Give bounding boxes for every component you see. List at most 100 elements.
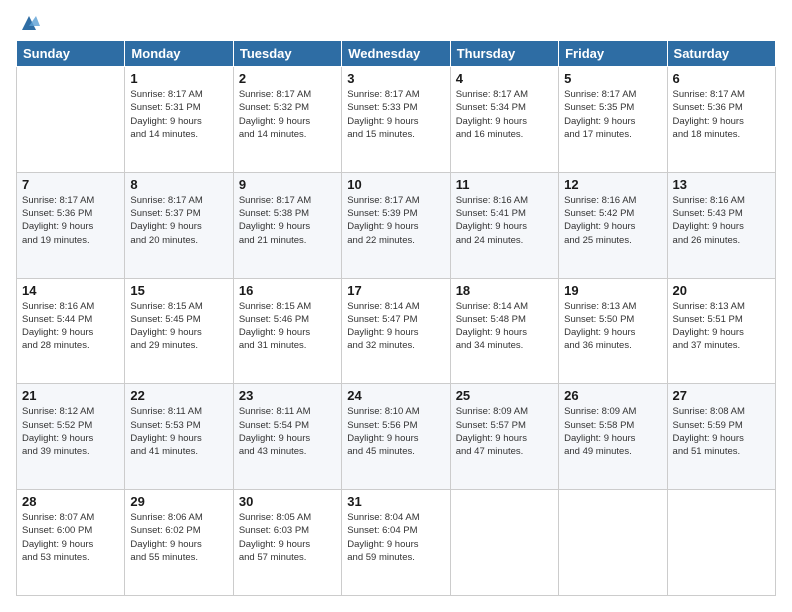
day-number: 5 — [564, 71, 661, 86]
day-info: Sunrise: 8:17 AM Sunset: 5:34 PM Dayligh… — [456, 88, 553, 141]
weekday-header-tuesday: Tuesday — [233, 41, 341, 67]
day-cell: 23 Sunrise: 8:11 AM Sunset: 5:54 PM Dayli… — [233, 384, 341, 490]
day-info: Sunrise: 8:09 AM Sunset: 5:57 PM Dayligh… — [456, 405, 553, 458]
day-info: Sunrise: 8:11 AM Sunset: 5:54 PM Dayligh… — [239, 405, 336, 458]
day-cell: 14Sunrise: 8:16 AM Sunset: 5:44 PM Dayli… — [17, 278, 125, 384]
day-number: 25 — [456, 388, 553, 403]
day-number: 30 — [239, 494, 336, 509]
day-cell: 20 Sunrise: 8:13 AM Sunset: 5:51 PM Dayli… — [667, 278, 775, 384]
day-info: Sunrise: 8:13 AM Sunset: 5:50 PM Dayligh… — [564, 300, 661, 353]
day-info: Sunrise: 8:11 AM Sunset: 5:53 PM Dayligh… — [130, 405, 227, 458]
day-info: Sunrise: 8:07 AM Sunset: 6:00 PM Dayligh… — [22, 511, 119, 564]
day-info: Sunrise: 8:05 AM Sunset: 6:03 PM Dayligh… — [239, 511, 336, 564]
day-number: 15 — [130, 283, 227, 298]
day-cell: 10 Sunrise: 8:17 AM Sunset: 5:39 PM Dayli… — [342, 172, 450, 278]
day-cell: 12 Sunrise: 8:16 AM Sunset: 5:42 PM Dayli… — [559, 172, 667, 278]
day-info: Sunrise: 8:12 AM Sunset: 5:52 PM Dayligh… — [22, 405, 119, 458]
day-cell: 13 Sunrise: 8:16 AM Sunset: 5:43 PM Dayli… — [667, 172, 775, 278]
day-cell: 17 Sunrise: 8:14 AM Sunset: 5:47 PM Dayli… — [342, 278, 450, 384]
day-number: 29 — [130, 494, 227, 509]
day-number: 17 — [347, 283, 444, 298]
day-number: 28 — [22, 494, 119, 509]
day-cell: 27 Sunrise: 8:08 AM Sunset: 5:59 PM Dayli… — [667, 384, 775, 490]
day-number: 20 — [673, 283, 770, 298]
day-info: Sunrise: 8:16 AM Sunset: 5:43 PM Dayligh… — [673, 194, 770, 247]
day-number: 31 — [347, 494, 444, 509]
weekday-header-saturday: Saturday — [667, 41, 775, 67]
day-cell: 31 Sunrise: 8:04 AM Sunset: 6:04 PM Dayli… — [342, 490, 450, 596]
day-number: 12 — [564, 177, 661, 192]
day-cell: 7 Sunrise: 8:17 AM Sunset: 5:36 PM Daylig… — [17, 172, 125, 278]
day-number: 6 — [673, 71, 770, 86]
day-number: 27 — [673, 388, 770, 403]
day-number: 8 — [130, 177, 227, 192]
day-info: Sunrise: 8:14 AM Sunset: 5:48 PM Dayligh… — [456, 300, 553, 353]
day-cell: 26Sunrise: 8:09 AM Sunset: 5:58 PM Dayli… — [559, 384, 667, 490]
day-cell: 30 Sunrise: 8:05 AM Sunset: 6:03 PM Dayli… — [233, 490, 341, 596]
day-number: 3 — [347, 71, 444, 86]
day-info: Sunrise: 8:17 AM Sunset: 5:38 PM Dayligh… — [239, 194, 336, 247]
day-info: Sunrise: 8:17 AM Sunset: 5:36 PM Dayligh… — [22, 194, 119, 247]
day-cell: 1 Sunrise: 8:17 AM Sunset: 5:31 PM Daylig… — [125, 67, 233, 173]
calendar-table: SundayMondayTuesdayWednesdayThursdayFrid… — [16, 40, 776, 596]
day-info: Sunrise: 8:17 AM Sunset: 5:32 PM Dayligh… — [239, 88, 336, 141]
day-number: 24 — [347, 388, 444, 403]
day-number: 13 — [673, 177, 770, 192]
day-cell: 2Sunrise: 8:17 AM Sunset: 5:32 PM Daylig… — [233, 67, 341, 173]
day-cell: 28 Sunrise: 8:07 AM Sunset: 6:00 PM Dayli… — [17, 490, 125, 596]
day-cell: 22 Sunrise: 8:11 AM Sunset: 5:53 PM Dayli… — [125, 384, 233, 490]
day-info: Sunrise: 8:04 AM Sunset: 6:04 PM Dayligh… — [347, 511, 444, 564]
day-number: 7 — [22, 177, 119, 192]
day-number: 18 — [456, 283, 553, 298]
weekday-header-sunday: Sunday — [17, 41, 125, 67]
weekday-header-friday: Friday — [559, 41, 667, 67]
logo-icon — [18, 12, 40, 34]
day-cell — [450, 490, 558, 596]
day-number: 11 — [456, 177, 553, 192]
day-info: Sunrise: 8:17 AM Sunset: 5:39 PM Dayligh… — [347, 194, 444, 247]
day-info: Sunrise: 8:16 AM Sunset: 5:44 PM Dayligh… — [22, 300, 119, 353]
day-info: Sunrise: 8:13 AM Sunset: 5:51 PM Dayligh… — [673, 300, 770, 353]
day-cell: 29Sunrise: 8:06 AM Sunset: 6:02 PM Dayli… — [125, 490, 233, 596]
day-cell: 15 Sunrise: 8:15 AM Sunset: 5:45 PM Dayli… — [125, 278, 233, 384]
day-cell: 25 Sunrise: 8:09 AM Sunset: 5:57 PM Dayli… — [450, 384, 558, 490]
week-row-4: 21 Sunrise: 8:12 AM Sunset: 5:52 PM Dayli… — [17, 384, 776, 490]
day-info: Sunrise: 8:16 AM Sunset: 5:42 PM Dayligh… — [564, 194, 661, 247]
day-info: Sunrise: 8:17 AM Sunset: 5:35 PM Dayligh… — [564, 88, 661, 141]
day-cell — [559, 490, 667, 596]
day-cell: 4 Sunrise: 8:17 AM Sunset: 5:34 PM Daylig… — [450, 67, 558, 173]
day-info: Sunrise: 8:08 AM Sunset: 5:59 PM Dayligh… — [673, 405, 770, 458]
day-number: 19 — [564, 283, 661, 298]
week-row-5: 28 Sunrise: 8:07 AM Sunset: 6:00 PM Dayli… — [17, 490, 776, 596]
day-info: Sunrise: 8:10 AM Sunset: 5:56 PM Dayligh… — [347, 405, 444, 458]
day-info: Sunrise: 8:17 AM Sunset: 5:33 PM Dayligh… — [347, 88, 444, 141]
weekday-header-thursday: Thursday — [450, 41, 558, 67]
day-info: Sunrise: 8:15 AM Sunset: 5:45 PM Dayligh… — [130, 300, 227, 353]
day-info: Sunrise: 8:15 AM Sunset: 5:46 PM Dayligh… — [239, 300, 336, 353]
day-cell: 5 Sunrise: 8:17 AM Sunset: 5:35 PM Daylig… — [559, 67, 667, 173]
page: SundayMondayTuesdayWednesdayThursdayFrid… — [0, 0, 792, 612]
day-number: 21 — [22, 388, 119, 403]
day-cell: 21 Sunrise: 8:12 AM Sunset: 5:52 PM Dayli… — [17, 384, 125, 490]
day-number: 1 — [130, 71, 227, 86]
week-row-2: 7 Sunrise: 8:17 AM Sunset: 5:36 PM Daylig… — [17, 172, 776, 278]
day-info: Sunrise: 8:14 AM Sunset: 5:47 PM Dayligh… — [347, 300, 444, 353]
day-cell: 6Sunrise: 8:17 AM Sunset: 5:36 PM Daylig… — [667, 67, 775, 173]
logo — [16, 16, 40, 30]
day-cell — [17, 67, 125, 173]
day-cell — [667, 490, 775, 596]
day-cell: 18 Sunrise: 8:14 AM Sunset: 5:48 PM Dayli… — [450, 278, 558, 384]
day-number: 23 — [239, 388, 336, 403]
day-number: 22 — [130, 388, 227, 403]
day-cell: 16Sunrise: 8:15 AM Sunset: 5:46 PM Dayli… — [233, 278, 341, 384]
weekday-header-wednesday: Wednesday — [342, 41, 450, 67]
day-cell: 3 Sunrise: 8:17 AM Sunset: 5:33 PM Daylig… — [342, 67, 450, 173]
week-row-1: 1 Sunrise: 8:17 AM Sunset: 5:31 PM Daylig… — [17, 67, 776, 173]
day-cell: 8 Sunrise: 8:17 AM Sunset: 5:37 PM Daylig… — [125, 172, 233, 278]
day-cell: 19 Sunrise: 8:13 AM Sunset: 5:50 PM Dayli… — [559, 278, 667, 384]
day-number: 10 — [347, 177, 444, 192]
day-info: Sunrise: 8:17 AM Sunset: 5:31 PM Dayligh… — [130, 88, 227, 141]
day-number: 26 — [564, 388, 661, 403]
day-number: 4 — [456, 71, 553, 86]
day-info: Sunrise: 8:17 AM Sunset: 5:37 PM Dayligh… — [130, 194, 227, 247]
